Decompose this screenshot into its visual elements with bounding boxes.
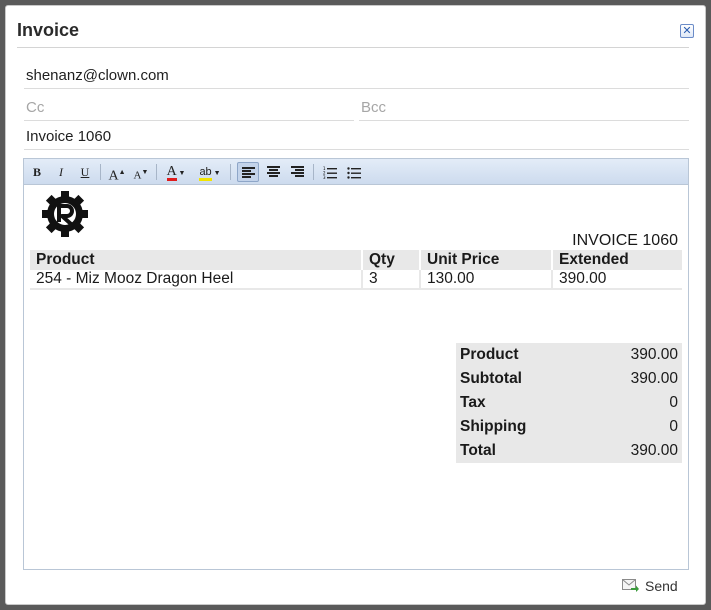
cc-field[interactable] [24,95,354,121]
ordered-list-icon: 1 2 3 [323,166,337,180]
column-header: Qty [362,250,421,270]
column-header: Unit Price [420,250,553,270]
totals-row: Subtotal 390.00 [456,367,682,391]
totals-value: 0 [669,418,678,435]
svg-text:3: 3 [323,175,326,179]
highlight-icon: ab [199,166,212,181]
close-icon: ✕ [682,25,692,37]
align-left-button[interactable] [237,162,259,182]
align-right-icon [290,166,304,177]
company-logo [42,191,88,237]
title-divider [17,47,689,48]
toolbar-separator [313,164,314,180]
totals-value: 0 [669,394,678,411]
table-cell: 254 - Miz Mooz Dragon Heel [30,270,363,290]
italic-icon: I [59,165,63,179]
align-left-icon [241,167,255,178]
totals-label: Subtotal [460,370,522,387]
bold-button[interactable]: B [30,162,44,182]
totals-value: 390.00 [630,370,678,387]
totals-row: Total 390.00 [456,439,682,463]
highlight-button[interactable]: ab ▼ [196,162,224,182]
underline-icon: U [80,165,90,179]
totals-label: Total [460,442,496,459]
ordered-list-button[interactable]: 1 2 3 [320,162,340,182]
rich-text-editor[interactable]: B I U A▲ A▼ A ▼ ab ▼ 1 2 3 INVOICE 1060 … [23,158,689,570]
totals-value: 390.00 [630,442,678,459]
toolbar-separator [100,164,101,180]
align-right-button[interactable] [287,162,307,182]
to-field[interactable] [24,63,689,89]
table-cell: 130.00 [420,270,553,290]
table-cell: 3 [362,270,421,290]
table-header-row: Product Qty Unit Price Extended [30,250,682,270]
column-header: Product [30,250,363,270]
envelope-send-icon [622,579,639,592]
bold-icon: B [32,165,41,179]
toolbar-separator [156,164,157,180]
editor-toolbar: B I U A▲ A▼ A ▼ ab ▼ 1 2 3 [24,159,688,185]
close-button[interactable]: ✕ [680,24,694,38]
subject-field[interactable] [24,124,689,150]
totals-row: Product 390.00 [456,343,682,367]
unordered-list-button[interactable] [344,162,364,182]
send-label: Send [645,578,678,594]
font-grow-icon: A [108,168,119,184]
toolbar-separator [230,164,231,180]
invoice-heading: INVOICE 1060 [572,232,678,249]
invoice-items-table: Product Qty Unit Price Extended 254 - Mi… [30,250,682,290]
totals-label: Product [460,346,519,363]
shrink-font-button[interactable]: A▼ [132,162,150,182]
underline-button[interactable]: U [78,162,92,182]
invoice-dialog: Invoice ✕ B I U A▲ A▼ A ▼ [5,5,706,605]
totals-row: Shipping 0 [456,415,682,439]
font-shrink-icon: A [133,169,142,182]
grow-font-button[interactable]: A▲ [108,162,126,184]
align-center-icon [266,166,280,177]
totals-label: Tax [460,394,486,411]
bcc-field[interactable] [359,95,689,121]
unordered-list-icon [347,167,361,179]
font-color-icon: A [166,164,177,181]
invoice-totals-table: Product 390.00 Subtotal 390.00 Tax 0 Shi… [456,343,682,463]
table-row: 254 - Miz Mooz Dragon Heel 3 130.00 390.… [30,270,682,290]
font-color-button[interactable]: A ▼ [164,162,188,182]
dialog-title: Invoice [17,20,80,40]
totals-row: Tax 0 [456,391,682,415]
table-cell: 390.00 [552,270,682,290]
italic-button[interactable]: I [54,162,68,182]
totals-value: 390.00 [630,346,678,363]
column-header: Extended [552,250,682,270]
send-button[interactable]: Send [622,578,678,598]
align-center-button[interactable] [263,162,283,182]
totals-label: Shipping [460,418,527,435]
